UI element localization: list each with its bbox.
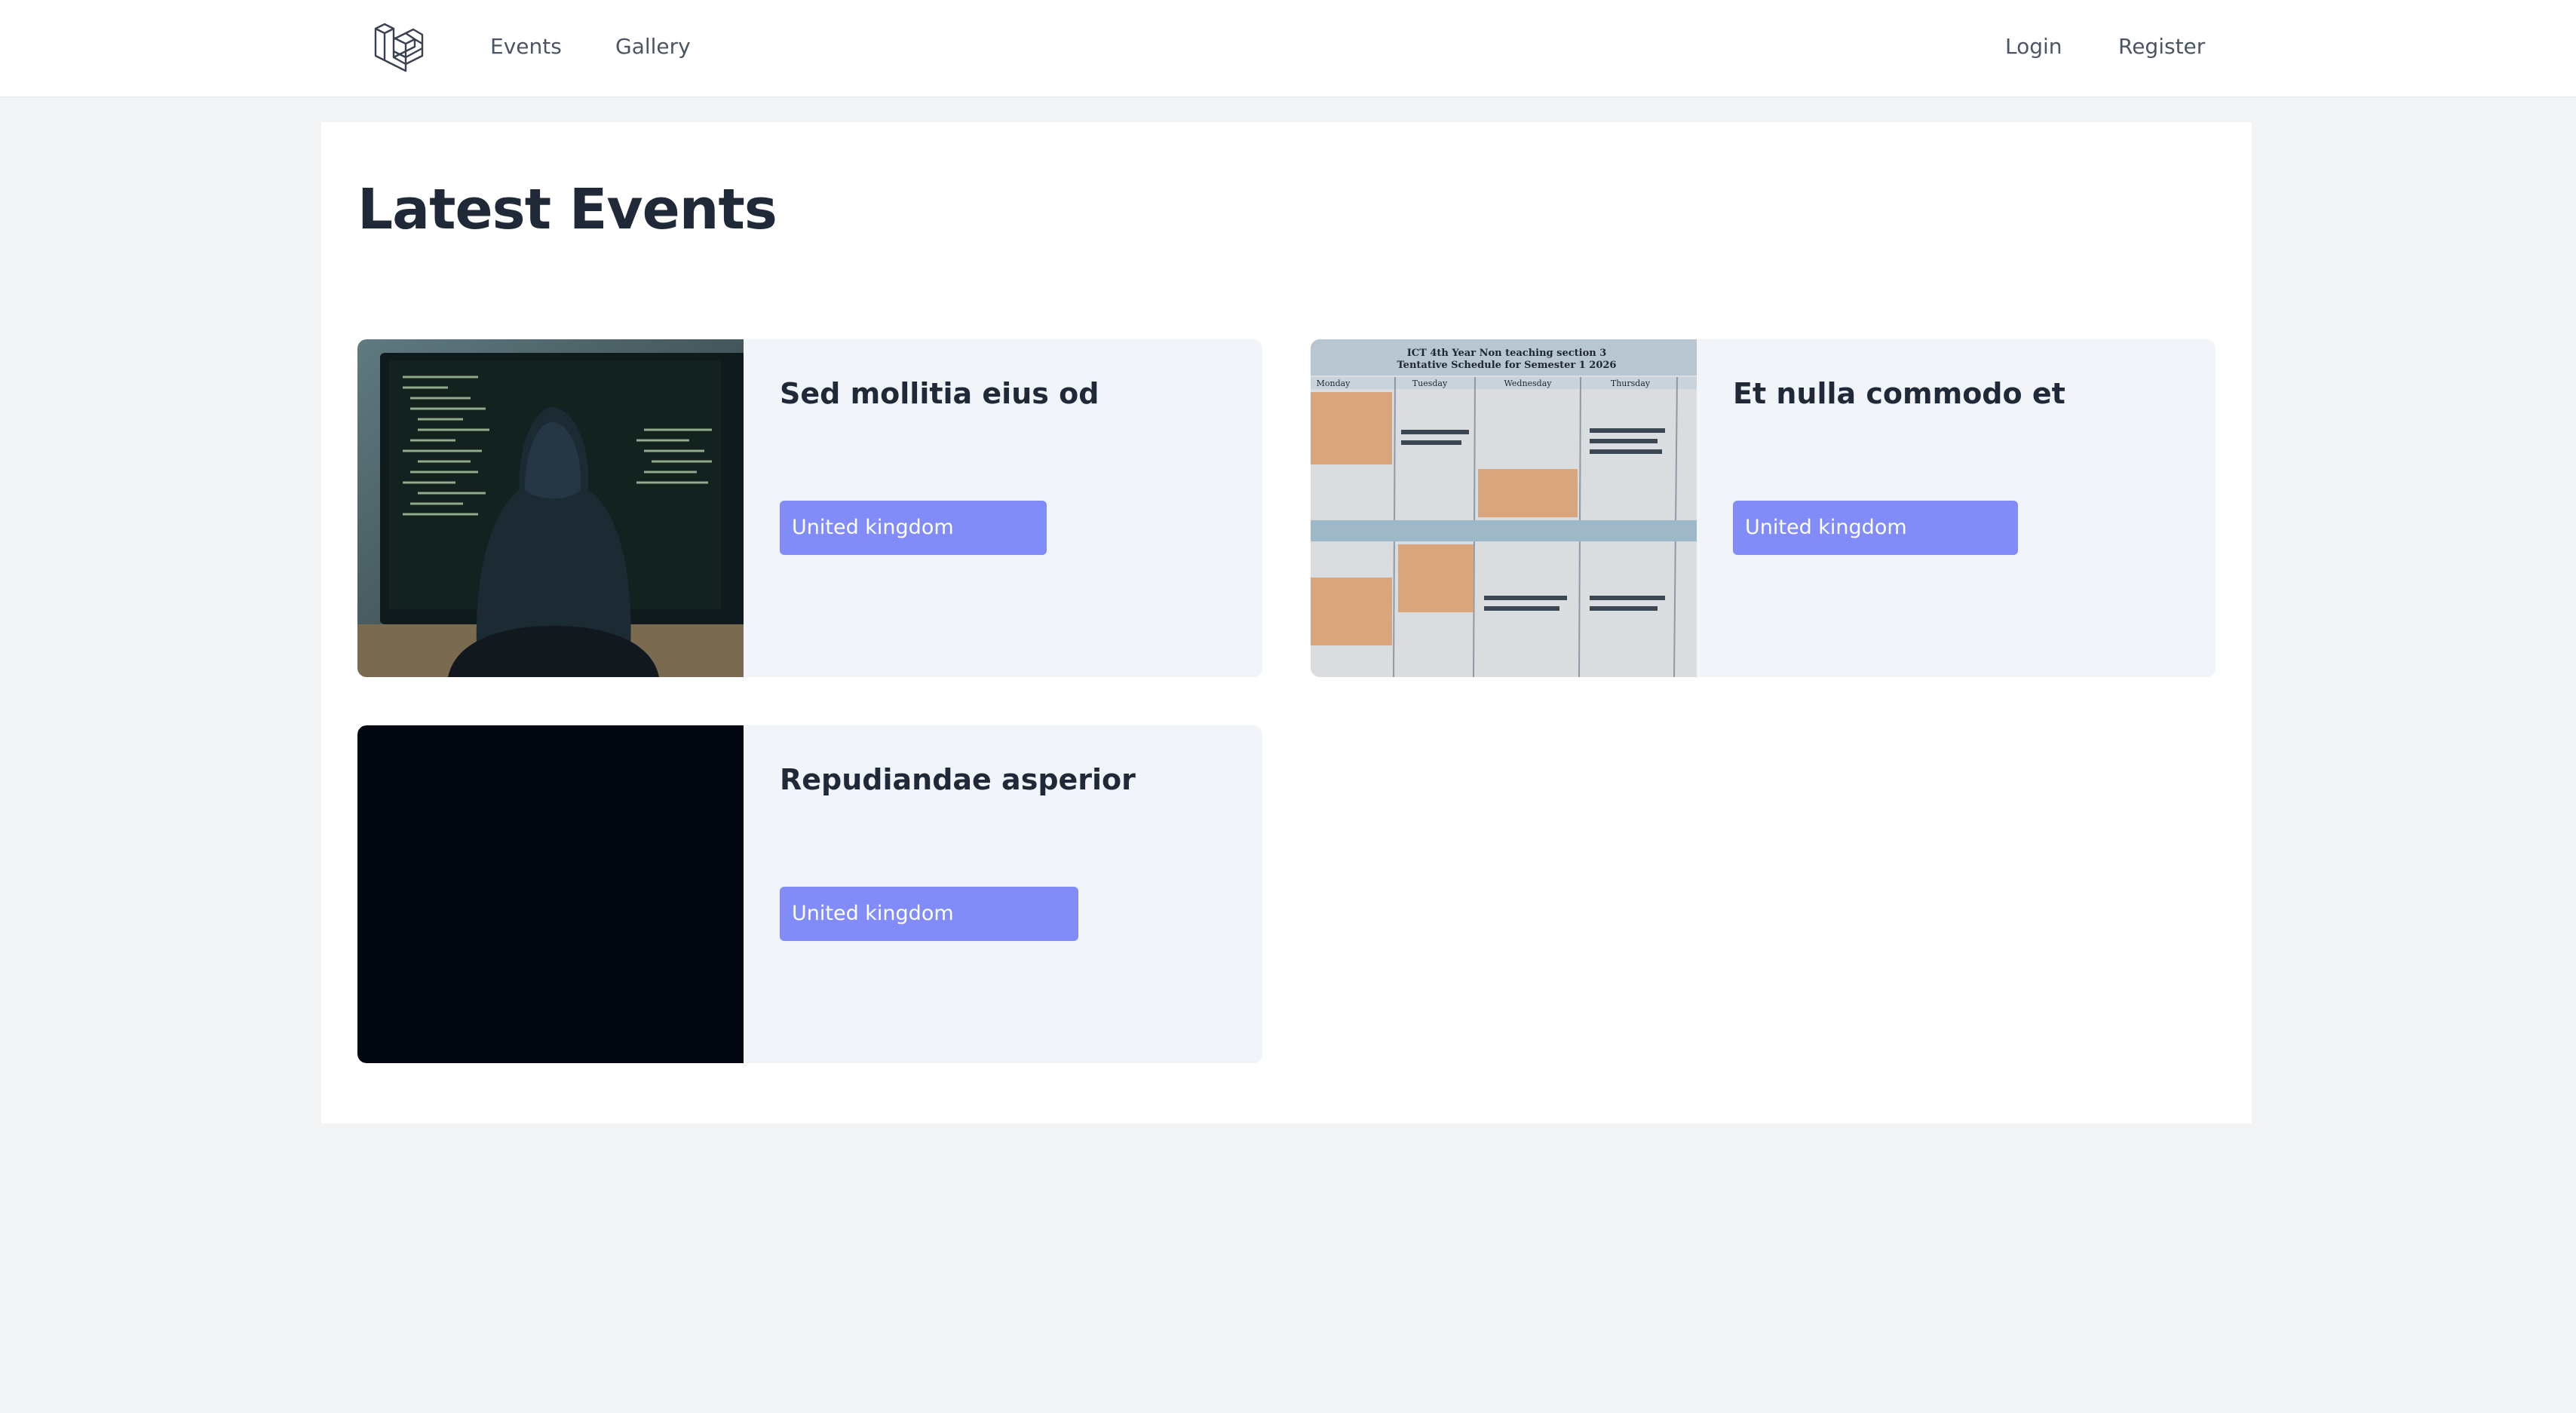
event-card[interactable]: Repudiandae asperior United kingdom (357, 725, 1262, 1063)
schedule-heading-2: Tentative Schedule for Semester 1 2026 (1397, 360, 1617, 371)
location-badge: United kingdom (780, 501, 1047, 555)
schedule-day-4: Thursday (1611, 379, 1651, 388)
register-link[interactable]: Register (2118, 33, 2205, 60)
event-title[interactable]: Repudiandae asperior (780, 760, 1136, 799)
schedule-day-2: Tuesday (1412, 379, 1448, 388)
schedule-day-3: Wednesday (1504, 379, 1552, 388)
page-title: Latest Events (357, 177, 777, 242)
laravel-logo-icon[interactable] (373, 21, 425, 74)
schedule-heading-1: ICT 4th Year Non teaching section 3 (1407, 348, 1607, 359)
event-title[interactable]: Sed mollitia eius od (780, 374, 1099, 413)
event-title[interactable]: Et nulla commodo et (1733, 374, 2065, 413)
login-link[interactable]: Login (2005, 33, 2062, 60)
class-schedule-photo-image: ICT 4th Year Non teaching section 3 Tent… (1311, 339, 1697, 677)
hooded-person-at-computer-image (357, 339, 744, 677)
schedule-day-1: Monday (1317, 379, 1351, 388)
nav-link-events[interactable]: Events (490, 33, 562, 60)
event-card[interactable]: Sed mollitia eius od United kingdom (357, 339, 1262, 677)
dark-placeholder-image (357, 725, 744, 1063)
top-navigation: Events Gallery Login Register (0, 0, 2576, 97)
location-badge: United kingdom (780, 887, 1078, 941)
event-card[interactable]: ICT 4th Year Non teaching section 3 Tent… (1311, 339, 2216, 677)
location-badge: United kingdom (1733, 501, 2018, 555)
nav-link-gallery[interactable]: Gallery (615, 33, 691, 60)
